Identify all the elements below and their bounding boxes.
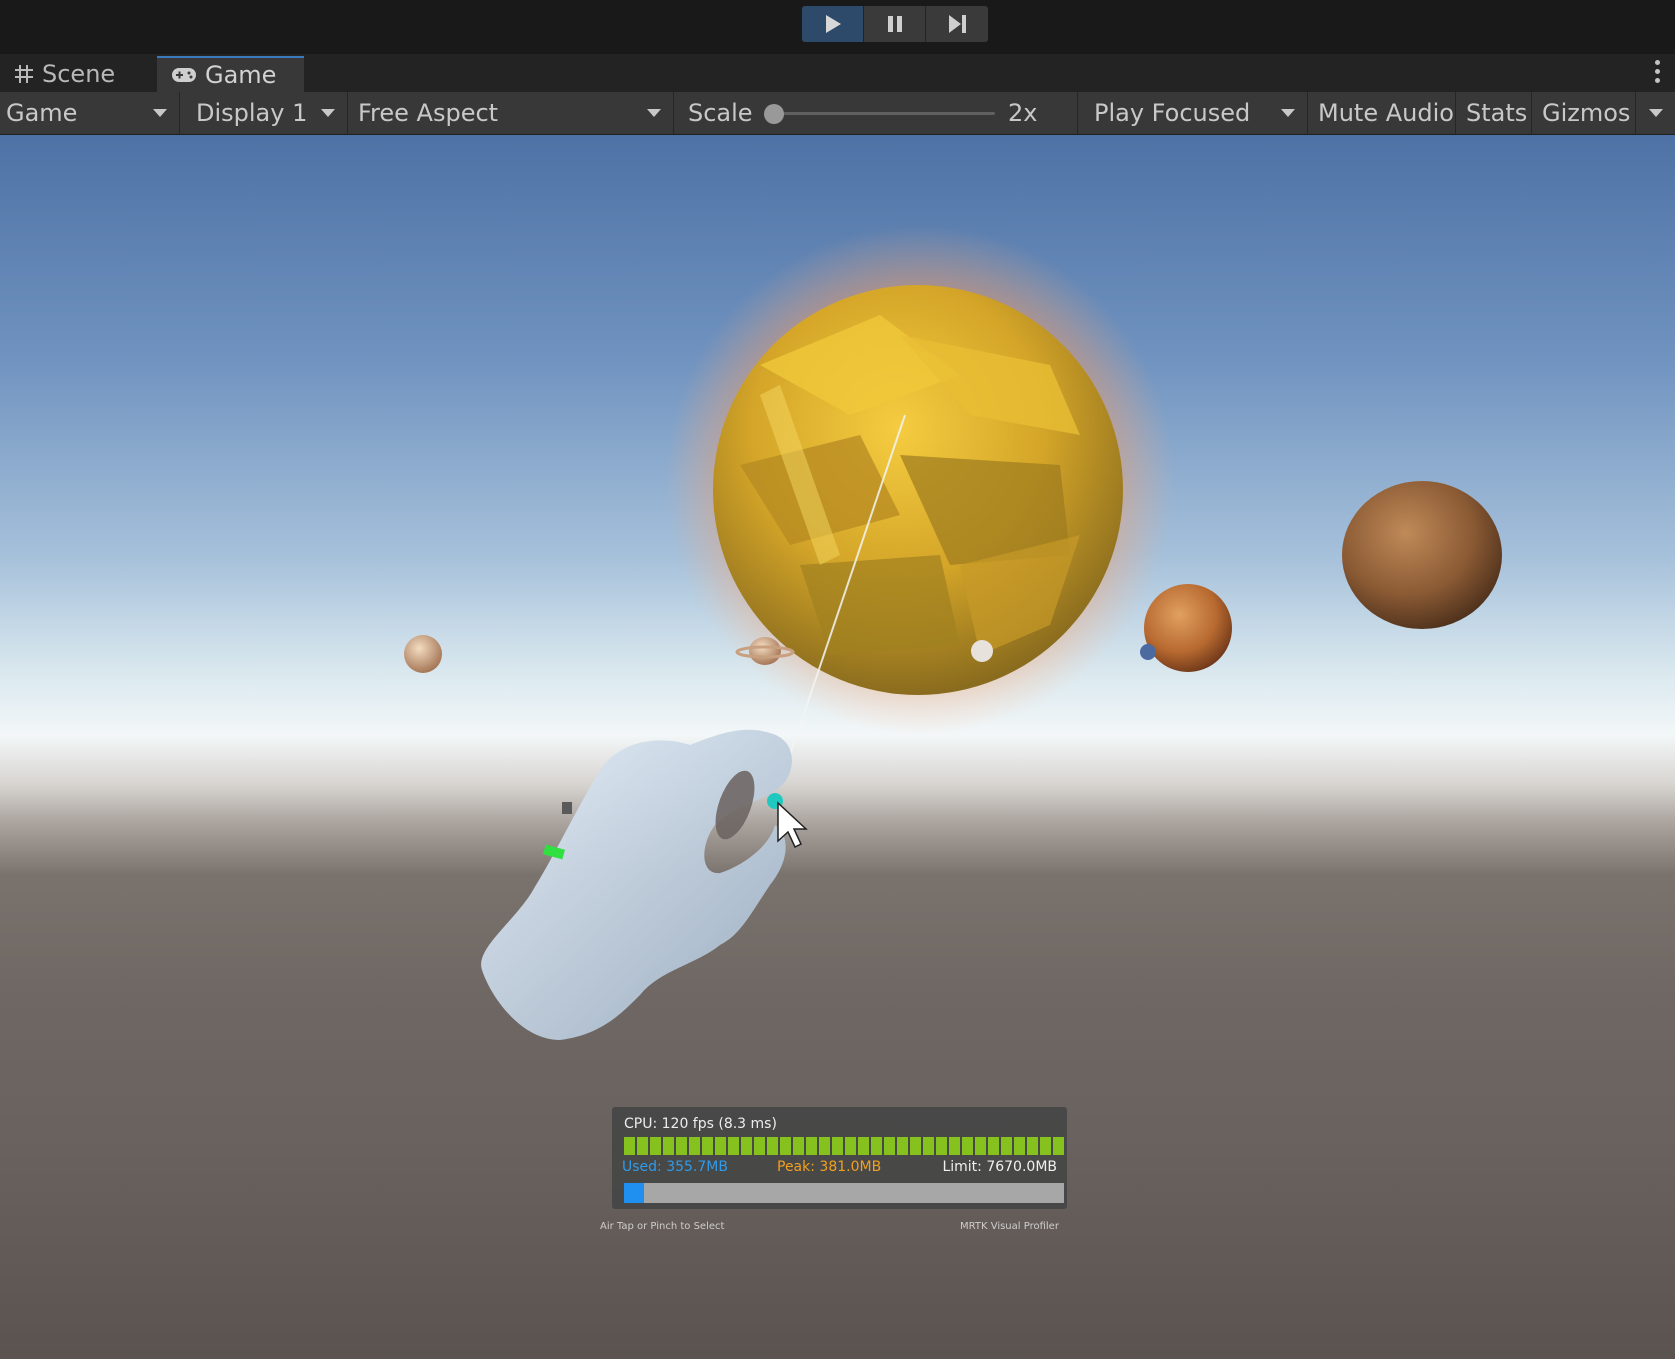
cpu-frame-segment [793,1137,804,1155]
scale-slider-thumb[interactable] [764,104,784,124]
cpu-frame-segment [689,1137,700,1155]
cpu-frame-segment [624,1137,635,1155]
scale-control: Scale 2x [678,92,1078,134]
memory-used-text: Used: 355.7MB [622,1159,728,1175]
cpu-frame-segment [832,1137,843,1155]
tab-strip: Scene Game [0,54,1675,92]
cpu-frame-segment [1040,1137,1051,1155]
cpu-frame-segment [715,1137,726,1155]
game-view-dropdown[interactable]: Game [0,92,180,134]
pause-icon [887,16,902,32]
visual-profiler-panel: CPU: 120 fps (8.3 ms) Used: 355.7MB Peak… [612,1107,1067,1209]
memory-limit-text: Limit: 7670.0MB [942,1159,1057,1175]
chevron-down-icon [647,109,661,117]
grid-icon [15,65,33,83]
cpu-frame-segment [871,1137,882,1155]
tab-scene[interactable]: Scene [0,56,154,92]
tab-game[interactable]: Game [157,56,304,92]
mute-audio-button[interactable]: Mute Audio [1312,92,1456,134]
planet-small-white [971,640,993,662]
scale-slider-track[interactable] [775,112,995,115]
cpu-frame-segment [780,1137,791,1155]
cpu-frame-segment [650,1137,661,1155]
cpu-frame-segment [988,1137,999,1155]
step-icon [949,15,966,33]
aspect-dropdown[interactable]: Free Aspect [352,92,674,134]
profiler-title-text: MRTK Visual Profiler [960,1221,1059,1232]
cpu-frame-segment [637,1137,648,1155]
stats-button[interactable]: Stats [1460,92,1532,134]
memory-bar-fill [624,1183,645,1203]
chevron-down-icon [153,109,167,117]
cpu-frame-segment [910,1137,921,1155]
gizmos-label: Gizmos [1542,99,1631,127]
memory-peak-text: Peak: 381.0MB [777,1159,882,1175]
memory-bar [624,1183,1064,1203]
play-mode-bar [0,0,1675,54]
play-button[interactable] [802,6,864,42]
cpu-frame-segment [923,1137,934,1155]
scale-label: Scale [688,99,753,127]
planet-rust [1144,584,1232,672]
cpu-frame-segment [845,1137,856,1155]
cpu-frame-segment [858,1137,869,1155]
tab-label: Scene [42,60,116,88]
cpu-frame-segment [806,1137,817,1155]
gizmos-button[interactable]: Gizmos [1536,92,1636,134]
cpu-frame-bar [624,1137,1064,1155]
profiler-hint-text: Air Tap or Pinch to Select [600,1221,725,1232]
tab-label: Game [205,61,277,89]
planet-ringed [749,637,781,665]
cpu-frame-segment [949,1137,960,1155]
more-options-icon[interactable] [1655,60,1661,87]
cpu-frame-segment [663,1137,674,1155]
chevron-down-icon [1281,109,1295,117]
cpu-frame-segment [1053,1137,1064,1155]
play-icon [825,15,841,33]
planet-small-left [404,635,442,673]
gamepad-icon [172,68,196,82]
cpu-frame-segment [741,1137,752,1155]
mute-audio-label: Mute Audio [1318,99,1454,127]
pause-button[interactable] [864,6,926,42]
cpu-frame-segment [676,1137,687,1155]
cpu-frame-segment [767,1137,778,1155]
cpu-frame-segment [702,1137,713,1155]
cpu-frame-segment [754,1137,765,1155]
chevron-down-icon [1649,109,1663,117]
gizmos-dropdown[interactable] [1636,92,1675,134]
game-view-label: Game [6,99,78,127]
play-mode-label: Play Focused [1094,99,1251,127]
cpu-frame-segment [728,1137,739,1155]
cpu-frame-segment [1027,1137,1038,1155]
aspect-label: Free Aspect [358,99,499,127]
step-button[interactable] [926,6,988,42]
cpu-frame-segment [936,1137,947,1155]
cpu-frame-segment [962,1137,973,1155]
cpu-frame-segment [975,1137,986,1155]
display-label: Display 1 [196,99,308,127]
game-view-toolbar: Game Display 1 Free Aspect Scale 2x Play… [0,92,1675,135]
scale-value: 2x [1008,99,1038,127]
cpu-frame-segment [1014,1137,1025,1155]
cpu-frame-segment [884,1137,895,1155]
play-controls [802,6,988,42]
chevron-down-icon [321,109,335,117]
display-dropdown[interactable]: Display 1 [190,92,348,134]
stats-label: Stats [1466,99,1528,127]
cpu-frame-segment [897,1137,908,1155]
play-mode-dropdown[interactable]: Play Focused [1088,92,1308,134]
cpu-fps-text: CPU: 120 fps (8.3 ms) [624,1116,777,1132]
planet-large-brown [1342,481,1502,629]
game-viewport[interactable]: CPU: 120 fps (8.3 ms) Used: 355.7MB Peak… [0,135,1675,1359]
cpu-frame-segment [819,1137,830,1155]
cpu-frame-segment [1001,1137,1012,1155]
